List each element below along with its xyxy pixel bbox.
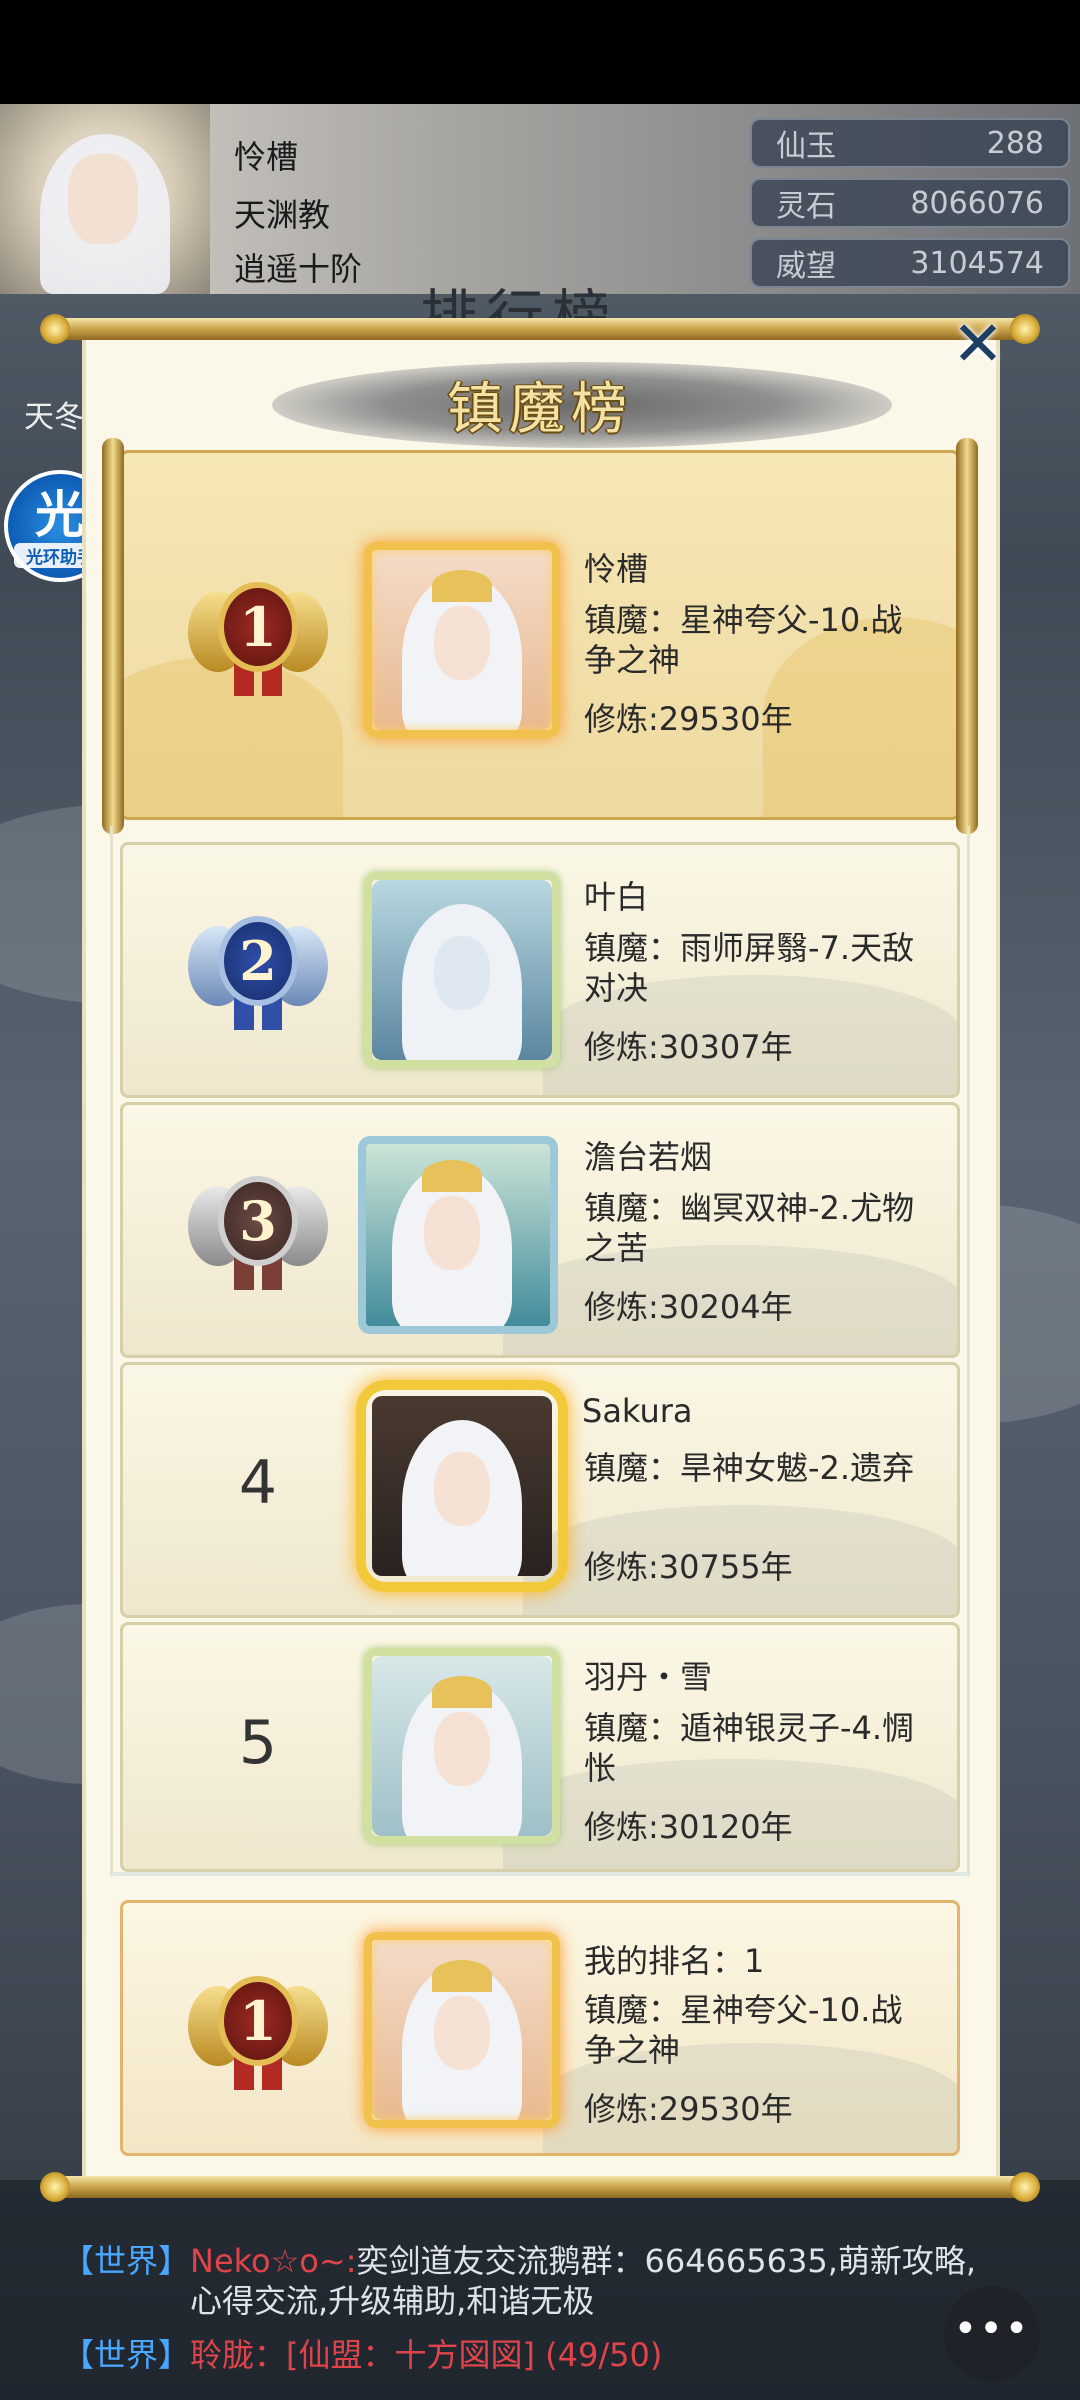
player-name: 怜槽 [234,138,299,176]
chat-line: 心得交流,升级辅助,和谐无极 [190,2276,594,2322]
rank-stage: 镇魔：幽冥双神-2.尤物之苦 [584,1189,915,1267]
rank-name: 怜槽 [584,550,649,588]
chat-text[interactable]: [仙盟：十方図図] (49/50) [286,2336,662,2374]
rod-knob [40,2172,70,2202]
rank-training: 修炼:29530年 [584,2090,793,2128]
rank-name: Sakura [582,1392,693,1430]
player-realm: 逍遥十阶 [234,250,363,288]
side-label[interactable]: 天冬 [24,392,84,436]
rank-number: 5 [238,1708,278,1778]
rank-stage: 镇魔：星神夸父-10.战争之神 [584,1991,903,2069]
blue-medal-icon: 2 [188,906,328,1036]
rod-knob [1010,2172,1040,2202]
close-button[interactable]: ✕ [948,313,1008,375]
chat-channel: 【世界】 [62,2242,191,2280]
resource-xianyu: 仙玉 288 [750,118,1070,168]
portrait-frame [364,872,560,1068]
resource-label: 灵石 [776,189,836,224]
rank-stage: 镇魔：雨师屏翳-7.天敌对决 [584,929,915,1007]
my-rank-label: 我的排名：1 [584,1942,765,1980]
scroll-rod-bottom [48,2176,1032,2198]
chat-channel: 【世界】 [62,2336,191,2374]
resource-label: 威望 [776,249,836,284]
portrait-frame [356,1380,568,1592]
rod-knob [40,314,70,344]
silver-medal-icon: 3 [188,1166,328,1296]
player-sect: 天渊教 [234,196,331,234]
resource-value: 8066076 [910,185,1044,221]
scroll-end-left [102,438,124,834]
rank-name: 叶白 [584,878,649,916]
rank-name: 澹台若烟 [584,1138,713,1176]
rank-number: 1 [218,1976,298,2066]
portrait-frame [364,1932,560,2128]
rank-number: 1 [218,582,298,672]
rod-knob [1010,314,1040,344]
resource-value: 288 [986,125,1044,161]
chat-text: 奕剑道友交流鹅群：664665635,萌新攻略, [356,2242,977,2280]
chat-text: 心得交流,升级辅助,和谐无极 [190,2282,595,2320]
rank-training: 修炼:29530年 [584,700,793,738]
rank-number: 4 [238,1448,278,1518]
chat-sender[interactable]: 聆胧： [190,2336,286,2374]
portrait-frame [364,1648,560,1844]
rank-stage: 镇魔：遁神银灵子-4.惆怅 [584,1709,915,1787]
rank-training: 修炼:30755年 [584,1548,793,1586]
gold-medal-icon: 1 [188,572,328,702]
chat-sender[interactable]: Neko☆o~: [190,2242,356,2280]
portrait-frame [364,542,560,738]
rank-number: 3 [218,1176,298,1266]
resource-label: 仙玉 [776,129,836,164]
chat-line: 【世界】聆胧：[仙盟：十方図図] (49/50) [62,2330,662,2376]
resource-lingshi: 灵石 8066076 [750,178,1070,228]
rank-stage: 镇魔：旱神女魃-2.遗弃 [584,1449,915,1487]
player-avatar[interactable] [0,104,210,294]
rank-training: 修炼:30120年 [584,1808,793,1846]
rank-stage: 镇魔：星神夸父-10.战争之神 [584,601,903,679]
resource-weiwang: 威望 3104574 [750,238,1070,288]
modal-title: 镇魔榜 [447,377,633,442]
rank-number: 2 [218,916,298,1006]
chat-button[interactable]: ••• [944,2286,1040,2382]
resource-value: 3104574 [910,245,1044,281]
scroll-rod-top [48,318,1032,340]
rank-training: 修炼:30204年 [584,1288,793,1326]
scroll-end-right [956,438,978,834]
rank-training: 修炼:30307年 [584,1028,793,1066]
gold-medal-icon: 1 [188,1966,328,2096]
portrait-frame [358,1136,558,1334]
status-bar [0,0,1080,104]
rank-name: 羽丹・雪 [584,1658,713,1696]
